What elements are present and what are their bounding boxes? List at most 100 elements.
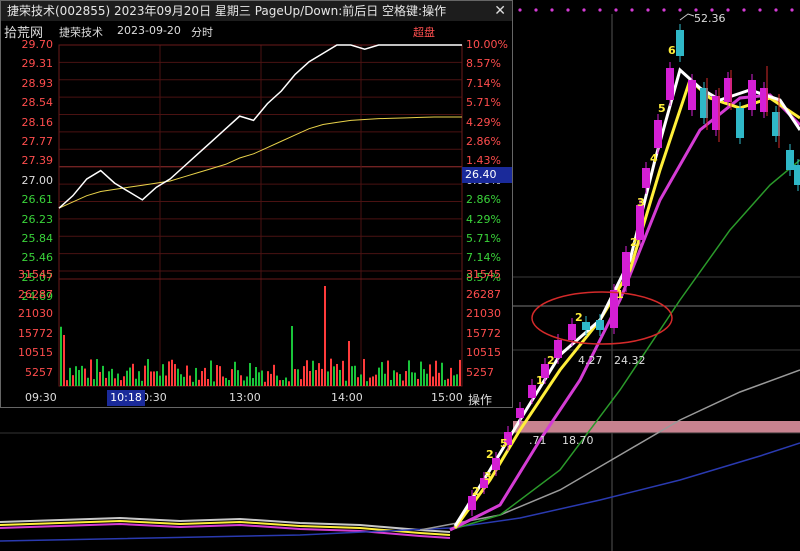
current-price-marker: 26.40 xyxy=(462,167,512,183)
volume-bar xyxy=(297,369,299,386)
volume-bar xyxy=(129,367,131,386)
volume-bar xyxy=(348,341,350,386)
volume-bar xyxy=(186,365,188,386)
volume-bar xyxy=(159,375,161,386)
intraday-date: 2023-09-20 xyxy=(117,24,181,37)
volume-bar xyxy=(69,367,71,386)
volume-bar xyxy=(165,375,167,386)
volume-bar xyxy=(408,360,410,386)
dotted-marker xyxy=(534,8,538,12)
volume-bar xyxy=(327,371,329,386)
intraday-chart[interactable] xyxy=(1,21,512,407)
volume-bar xyxy=(126,370,128,386)
volume-bar xyxy=(345,380,347,386)
candle-body xyxy=(654,120,662,148)
volume-bar xyxy=(123,376,125,386)
volume-bar xyxy=(438,372,440,386)
volume-bar xyxy=(300,379,302,386)
volume-bar xyxy=(138,371,140,386)
volume-bar xyxy=(444,379,446,386)
volume-bar xyxy=(270,373,272,386)
volume-bar xyxy=(216,365,218,386)
candle-body xyxy=(676,30,684,56)
volume-bar xyxy=(132,363,134,386)
volume-bar xyxy=(372,376,374,386)
volume-bar xyxy=(384,373,386,386)
dotted-marker xyxy=(790,8,794,12)
volume-bar xyxy=(111,368,113,386)
price-tick: 25.46 xyxy=(21,251,54,265)
operate-button[interactable]: 操作 xyxy=(468,391,492,408)
price-tick: 26.23 xyxy=(21,212,54,226)
volume-bar xyxy=(402,380,404,386)
volume-bar xyxy=(102,365,104,386)
volume-bar xyxy=(72,375,74,386)
volume-bar xyxy=(156,371,158,386)
percent-tick: 4.29% xyxy=(466,212,501,226)
percent-tick: 8.57% xyxy=(466,57,501,71)
volume-bar xyxy=(234,361,236,386)
close-icon[interactable]: ✕ xyxy=(494,1,506,21)
volume-bar xyxy=(60,326,62,386)
volume-bar xyxy=(306,360,308,386)
price-tick: 28.16 xyxy=(21,115,54,129)
step-label: 4 xyxy=(650,152,658,165)
volume-tick: 5257 xyxy=(25,365,53,379)
dotted-marker xyxy=(582,8,586,12)
volume-bar xyxy=(417,378,419,386)
percent-tick: 5.71% xyxy=(466,232,501,245)
volume-bar xyxy=(192,381,194,386)
step-label: 2 xyxy=(575,311,583,324)
price-tick: 29.31 xyxy=(21,57,54,71)
volume-tick-right: 5257 xyxy=(466,365,494,379)
volume-bar xyxy=(219,366,221,386)
volume-bar xyxy=(117,373,119,386)
volume-bar xyxy=(258,372,260,386)
volume-bar xyxy=(174,364,176,386)
volume-bar xyxy=(441,362,443,386)
volume-bar xyxy=(447,378,449,386)
volume-tick-right: 26287 xyxy=(466,287,501,301)
volume-bar xyxy=(198,379,200,386)
volume-bar xyxy=(246,376,248,386)
volume-bar xyxy=(450,367,452,386)
volume-bar xyxy=(252,378,254,386)
volume-bar xyxy=(318,363,320,386)
candle-body xyxy=(794,165,800,185)
price-tick: 25.84 xyxy=(21,232,54,245)
volume-tick: 21030 xyxy=(18,307,53,320)
volume-bar xyxy=(240,375,242,386)
time-tick: 09:30 xyxy=(25,391,57,404)
volume-bar xyxy=(213,381,215,386)
volume-bar xyxy=(393,370,395,386)
kline-annotation-18-70: 18.70 xyxy=(562,434,594,447)
dotted-marker xyxy=(678,8,682,12)
volume-bar xyxy=(78,370,80,386)
kline-annotation-71: .71 xyxy=(529,434,547,447)
price-tick: 27.00 xyxy=(21,173,54,187)
volume-bar xyxy=(87,377,89,386)
dotted-marker xyxy=(598,8,602,12)
volume-bar xyxy=(333,366,335,386)
volume-bar xyxy=(264,381,266,386)
volume-bar xyxy=(177,368,179,386)
candle-body xyxy=(568,324,576,340)
intraday-popup[interactable]: 捷荣技术(002855) 2023年09月20日 星期三 PageUp/Down… xyxy=(0,0,513,408)
volume-bar xyxy=(255,367,257,386)
candlesticks xyxy=(468,24,800,516)
volume-bar xyxy=(231,369,233,386)
volume-bar xyxy=(168,361,170,386)
volume-bar xyxy=(309,370,311,386)
volume-bar xyxy=(99,371,101,386)
percent-tick: 2.86% xyxy=(466,193,501,207)
volume-bar xyxy=(315,370,317,386)
volume-bar xyxy=(459,359,461,386)
volume-bar xyxy=(96,359,98,386)
volume-bar xyxy=(207,378,209,386)
popup-title: 捷荣技术(002855) 2023年09月20日 星期三 PageUp/Down… xyxy=(7,4,447,18)
price-tick: 28.93 xyxy=(21,76,54,90)
volume-bar xyxy=(321,368,323,386)
popup-titlebar[interactable]: 捷荣技术(002855) 2023年09月20日 星期三 PageUp/Down… xyxy=(1,1,512,21)
dotted-marker xyxy=(774,8,778,12)
volume-bar xyxy=(147,359,149,386)
